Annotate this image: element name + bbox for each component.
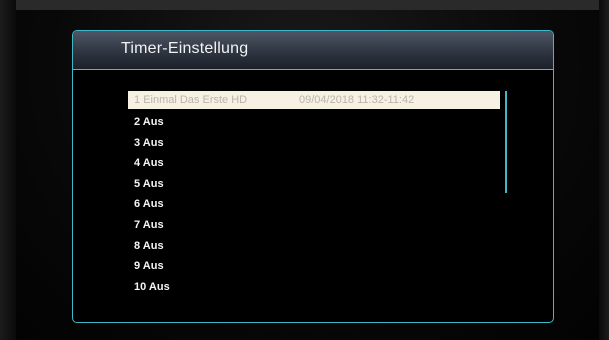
timer-label: Aus [142, 177, 164, 190]
timer-index: 1 [134, 94, 141, 106]
page-title: Timer-Einstellung [121, 40, 249, 57]
timer-label: Aus [142, 218, 164, 231]
timer-row-6[interactable]: 6 Aus [128, 194, 500, 215]
timer-index: 3 [134, 136, 141, 149]
timer-time: 09/04/2018 11:32-11:42 [299, 94, 415, 106]
timer-row-4[interactable]: 4 Aus [128, 153, 500, 174]
bezel-top [0, 0, 609, 10]
timer-label: Aus [142, 198, 164, 211]
timer-row-1[interactable]: 1 Einmal Das Erste HD 09/04/2018 11:32-1… [128, 91, 500, 109]
timer-label: Einmal Das Erste HD [143, 94, 248, 106]
timer-row-2[interactable]: 2 Aus [128, 112, 500, 133]
timer-index: 10 [134, 280, 147, 293]
panel-header: Timer-Einstellung [73, 31, 553, 70]
bezel-right [599, 0, 609, 340]
timer-label: Aus [142, 260, 164, 273]
timer-index: 9 [134, 260, 141, 273]
timer-label: Aus [142, 136, 164, 149]
timer-row-10[interactable]: 10 Aus [128, 277, 500, 298]
timer-label: Aus [142, 116, 164, 128]
timer-row-9[interactable]: 9 Aus [128, 256, 500, 277]
timer-label: Aus [142, 239, 164, 252]
timer-row-5[interactable]: 5 Aus [128, 174, 500, 195]
bezel-left [0, 0, 16, 340]
timer-index: 7 [134, 218, 141, 231]
timer-settings-panel: Timer-Einstellung 1 Einmal Das Erste HD … [72, 30, 554, 323]
timer-row-3[interactable]: 3 Aus [128, 133, 500, 154]
scrollbar[interactable] [505, 91, 507, 193]
timer-label: Aus [142, 157, 164, 170]
timer-label: Aus [148, 280, 170, 293]
timer-index: 6 [134, 198, 141, 211]
timer-index: 4 [134, 157, 141, 170]
timer-list: 1 Einmal Das Erste HD 09/04/2018 11:32-1… [128, 91, 500, 297]
timer-index: 2 [134, 116, 141, 128]
tv-screen: Timer-Einstellung 1 Einmal Das Erste HD … [0, 0, 609, 340]
timer-index: 8 [134, 239, 141, 252]
timer-row-7[interactable]: 7 Aus [128, 215, 500, 236]
timer-row-8[interactable]: 8 Aus [128, 236, 500, 257]
timer-index: 5 [134, 177, 141, 190]
